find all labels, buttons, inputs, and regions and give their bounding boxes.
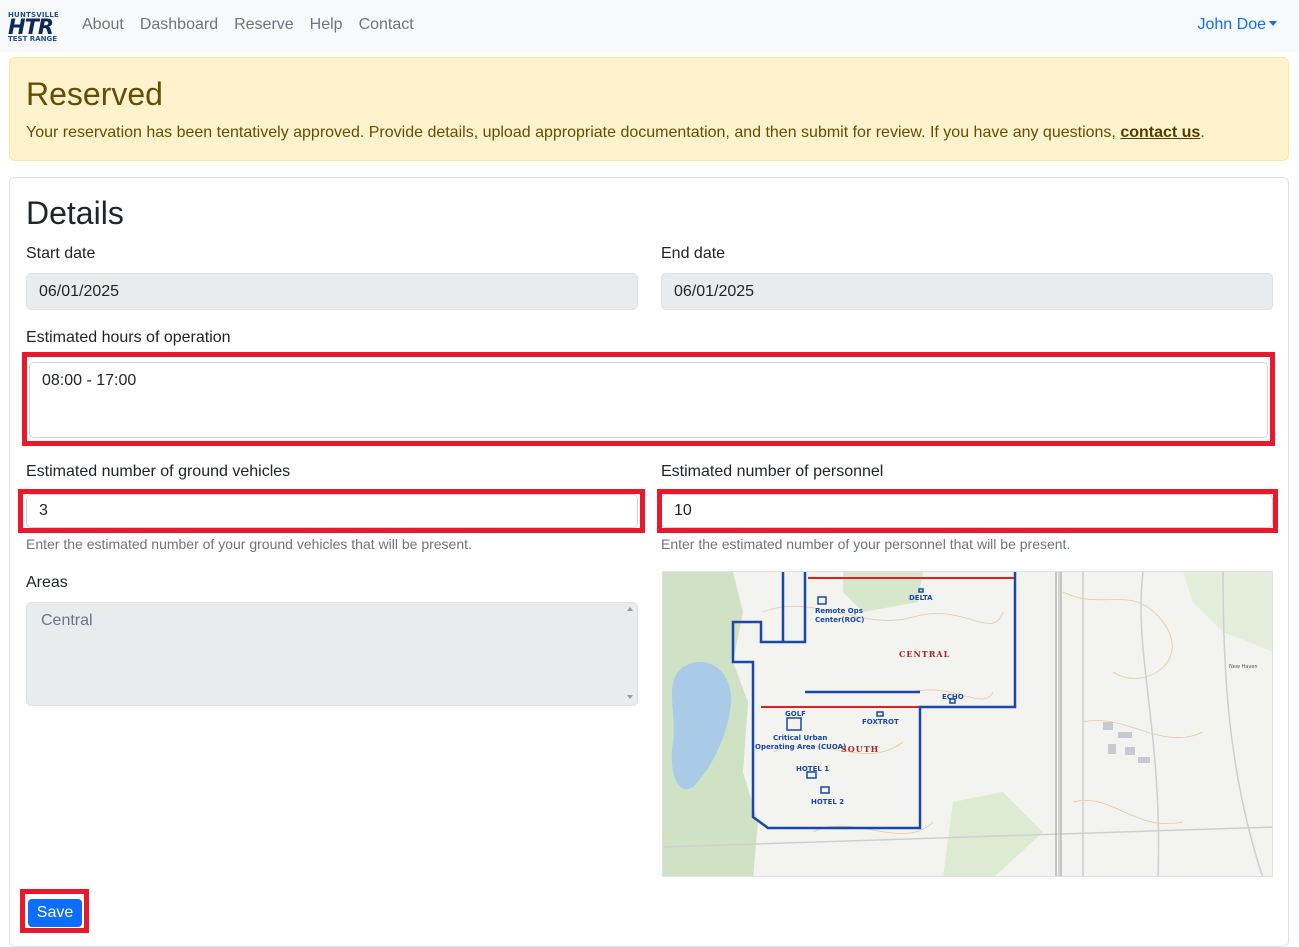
start-date-label: Start date: [26, 245, 96, 262]
vehicles-help-text: Enter the estimated number of your groun…: [26, 536, 472, 552]
map-label-hotel2: HOTEL 2: [811, 798, 844, 806]
map-label-echo: ECHO: [942, 693, 964, 701]
logo-main-text: HTR: [8, 15, 54, 39]
nav-help[interactable]: Help: [310, 16, 343, 34]
areas-option-central[interactable]: Central: [41, 612, 93, 629]
map-label-roc-2: Center(ROC): [815, 616, 864, 624]
end-date-field: 06/01/2025: [661, 273, 1273, 310]
personnel-help-text: Enter the estimated number of your perso…: [661, 536, 1071, 552]
alert-message-text: Your reservation has been tentatively ap…: [26, 124, 1121, 141]
logo-bottom-text: TEST RANGE: [8, 35, 58, 43]
range-map[interactable]: DELTA Remote Ops Center(ROC) ECHO GOLF F…: [662, 571, 1273, 877]
personnel-label: Estimated number of personnel: [661, 463, 884, 480]
nav-about[interactable]: About: [82, 16, 124, 34]
map-label-golf: GOLF: [785, 710, 806, 718]
contact-us-link[interactable]: contact us: [1120, 124, 1200, 141]
hours-label: Estimated hours of operation: [26, 329, 231, 346]
scroll-down-icon[interactable]: [627, 695, 633, 699]
alert-title: Reserved: [26, 76, 163, 112]
scroll-up-icon[interactable]: [627, 607, 633, 611]
user-menu-dropdown[interactable]: John Doe: [1197, 16, 1277, 34]
details-card: Details Start date 06/01/2025 End date 0…: [9, 177, 1289, 947]
areas-select[interactable]: Central: [26, 602, 638, 706]
nav-links: About Dashboard Reserve Help Contact: [82, 16, 414, 34]
map-label-roc-1: Remote Ops: [815, 607, 863, 615]
vehicles-label: Estimated number of ground vehicles: [26, 463, 291, 480]
map-label-foxtrot: FOXTROT: [862, 718, 899, 726]
start-date-field: 06/01/2025: [26, 273, 638, 310]
map-label-hotel1: HOTEL 1: [796, 765, 829, 773]
end-date-label: End date: [661, 245, 726, 262]
caret-down-icon: [1269, 20, 1277, 26]
reserved-alert: Reserved Your reservation has been tenta…: [9, 57, 1289, 161]
map-label-south: SOUTH: [841, 744, 879, 754]
map-label-new-haven: New Haven: [1229, 664, 1258, 670]
alert-message-suffix: .: [1200, 124, 1205, 141]
htr-logo[interactable]: HUNTSVILLE HTR TEST RANGE: [8, 11, 60, 43]
save-button[interactable]: Save: [28, 899, 82, 927]
map-label-cuoa-2: Operating Area (CUOA): [755, 743, 846, 751]
areas-label: Areas: [26, 574, 68, 591]
nav-contact[interactable]: Contact: [359, 16, 414, 34]
top-navbar: HUNTSVILLE HTR TEST RANGE About Dashboar…: [0, 0, 1299, 52]
vehicles-input[interactable]: 3: [26, 494, 638, 528]
user-name: John Doe: [1197, 16, 1267, 33]
nav-reserve[interactable]: Reserve: [234, 16, 294, 34]
map-label-cuoa-1: Critical Urban: [773, 734, 827, 742]
map-label-delta: DELTA: [909, 594, 933, 602]
map-label-central: CENTRAL: [899, 649, 950, 659]
map-graphic: DELTA Remote Ops Center(ROC) ECHO GOLF F…: [663, 572, 1272, 876]
nav-dashboard[interactable]: Dashboard: [140, 16, 218, 34]
details-title: Details: [26, 195, 124, 231]
hours-textarea[interactable]: 08:00 - 17:00: [29, 362, 1268, 438]
alert-message: Your reservation has been tentatively ap…: [26, 122, 1272, 144]
personnel-input[interactable]: 10: [661, 494, 1273, 528]
